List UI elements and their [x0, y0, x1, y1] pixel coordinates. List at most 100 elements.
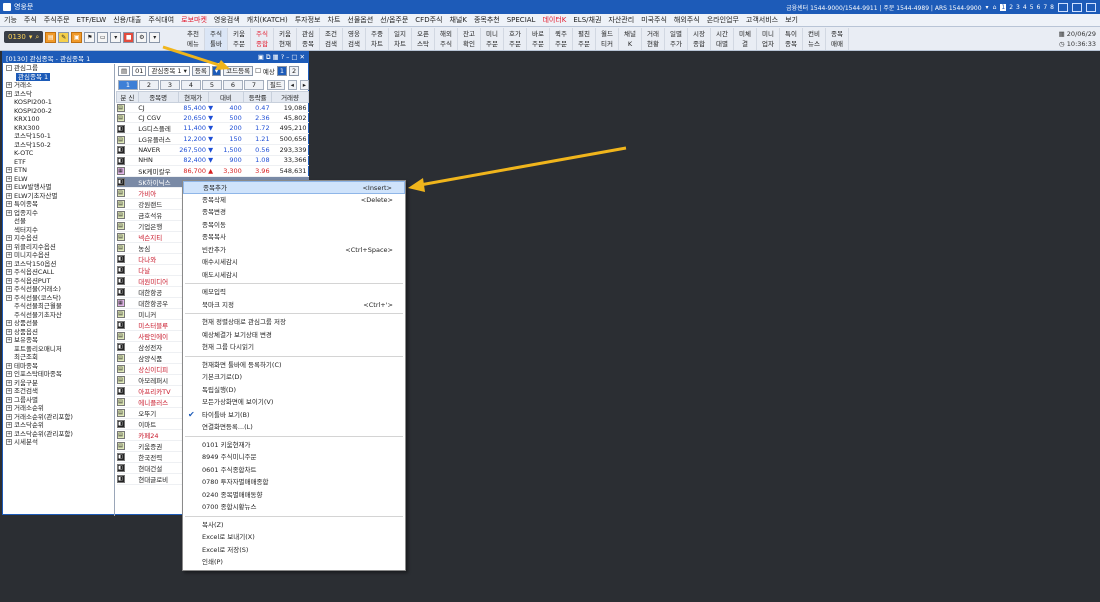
pin-icon[interactable]: ▣	[258, 53, 264, 62]
column-header[interactable]: 대비	[207, 91, 245, 103]
expand-icon[interactable]: +	[6, 184, 12, 191]
tree-item[interactable]: + 코스닥	[4, 90, 114, 99]
menu-item[interactable]: 로보마켓	[181, 15, 207, 25]
table-row[interactable]: ▤ CJ CGV 20,650 ▼ 500 2.36 45,802	[116, 112, 309, 124]
action-button[interactable]: ▾	[211, 66, 222, 76]
lock-icon[interactable]: ▣	[71, 31, 83, 43]
context-menu-item[interactable]: 현재 그룹 다시읽기	[183, 341, 405, 354]
menu-item[interactable]: SPECIAL	[507, 16, 536, 24]
quick-button[interactable]: 조건 검색	[320, 28, 343, 50]
watchlist-tab[interactable]: 2	[139, 79, 159, 90]
virtual-screen-8[interactable]: 8	[1050, 4, 1054, 11]
chevron-down-icon[interactable]: ▾	[149, 31, 161, 43]
context-menu-item[interactable]: 모든가상화면에 보이기(V)	[183, 396, 405, 409]
expand-icon[interactable]: +	[6, 201, 12, 208]
home-icon[interactable]: ⌂	[993, 4, 997, 11]
expand-icon[interactable]: +	[6, 430, 12, 437]
tree-item[interactable]: + 시세분석	[4, 438, 114, 447]
quick-button[interactable]: 거래 현황	[642, 28, 665, 50]
tree-item[interactable]: + ELW	[4, 175, 114, 184]
quick-button[interactable]: 호가 주문	[504, 28, 527, 50]
quick-button[interactable]: 키움 주문	[228, 28, 251, 50]
menu-item[interactable]: 캐치(KATCH)	[247, 15, 288, 25]
expand-icon[interactable]: +	[6, 252, 12, 259]
context-menu-item[interactable]: 예상체결가 보기상태 변경	[183, 329, 405, 342]
register-button[interactable]: 등록	[191, 66, 210, 76]
menu-item[interactable]: CFD주식	[415, 15, 442, 25]
tree-item[interactable]: + 키움구분	[4, 379, 114, 388]
context-menu-item[interactable]: 매수시세감시	[183, 256, 405, 269]
expand-icon[interactable]: +	[6, 422, 12, 429]
menu-item[interactable]: 영웅검색	[214, 15, 240, 25]
tree-item[interactable]: + 인포스탁테마종목	[4, 370, 114, 379]
folder-icon[interactable]: ▤	[45, 31, 57, 43]
dropdown-icon[interactable]: ▾	[110, 31, 122, 43]
expand-icon[interactable]: +	[6, 175, 12, 182]
pencil-icon[interactable]: ✎	[58, 31, 70, 43]
context-menu-item[interactable]: ✔ 타이틀바 보기(B)	[183, 409, 405, 422]
context-menu-item[interactable]: 독립실행(D)	[183, 384, 405, 397]
context-menu-item[interactable]: 0780 투자자별매매종합	[183, 476, 405, 489]
expand-icon[interactable]: +	[6, 328, 12, 335]
quick-button[interactable]: 추천 메뉴	[182, 28, 205, 50]
prev-icon[interactable]: ◂	[287, 79, 297, 90]
tree-item[interactable]: + 업종지수	[4, 209, 114, 218]
quick-button[interactable]: 잔고 확인	[458, 28, 481, 50]
expand-icon[interactable]: +	[6, 82, 12, 89]
context-menu-item[interactable]: Excel로 보내기(X)	[183, 531, 405, 544]
quick-button[interactable]: 시장 종합	[688, 28, 711, 50]
tree-item[interactable]: + 조건검색	[4, 387, 114, 396]
tree-item[interactable]: 주식선물최근월물	[4, 302, 114, 311]
close-button[interactable]	[1086, 2, 1096, 12]
expand-icon[interactable]: +	[6, 90, 12, 97]
dropdown-icon[interactable]: ▾	[986, 4, 989, 11]
context-menu-item[interactable]: 기본크기로(D)	[183, 371, 405, 384]
tree-item[interactable]: KOSPI200-1	[4, 98, 114, 107]
context-menu-item[interactable]: 북마크 지정 <Ctrl+'>	[183, 299, 405, 312]
expand-icon[interactable]: +	[6, 320, 12, 327]
tree-item[interactable]: K-OTC	[4, 149, 114, 158]
expand-icon[interactable]: +	[6, 439, 12, 446]
tree-item[interactable]: + 주식옵션CALL	[4, 268, 114, 277]
menu-item[interactable]: 온라인업무	[707, 15, 739, 25]
expand-icon[interactable]: +	[6, 413, 12, 420]
collapse-icon[interactable]: -	[6, 65, 12, 72]
quick-button[interactable]: 월드 티커	[596, 28, 619, 50]
tree-item[interactable]: 코스닥150-1	[4, 132, 114, 141]
tree-item[interactable]: 섹터지수	[4, 226, 114, 235]
quick-button[interactable]: 영웅 검색	[343, 28, 366, 50]
expand-icon[interactable]: +	[6, 371, 12, 378]
context-menu-item[interactable]: 현재 정렬상태로 관심그룹 저장	[183, 316, 405, 329]
menu-item[interactable]: 종목추천	[474, 15, 500, 25]
maximize-button[interactable]	[1072, 2, 1082, 12]
tree-item[interactable]: KRX300	[4, 124, 114, 133]
restore-icon[interactable]: □	[291, 53, 297, 62]
tree-item[interactable]: + 코스닥순위(관리포함)	[4, 430, 114, 439]
link-icon[interactable]: ⧉	[266, 53, 271, 62]
code-register-button[interactable]: 코드등록	[223, 66, 254, 76]
quick-button[interactable]: 주중 차트	[366, 28, 389, 50]
tree-item[interactable]: + ELW발행사별	[4, 183, 114, 192]
tree-item[interactable]: + 주식옵션PUT	[4, 277, 114, 286]
virtual-screen-6[interactable]: 6	[1037, 4, 1041, 11]
record-icon[interactable]: ■	[123, 31, 135, 43]
virtual-screen-2[interactable]: 2	[1009, 4, 1013, 11]
tree-item[interactable]: 선물	[4, 217, 114, 226]
watchlist-tab[interactable]: 6	[223, 79, 243, 90]
quick-button[interactable]: 관심 종목	[297, 28, 320, 50]
quick-button[interactable]: 일지 차트	[389, 28, 412, 50]
menu-item[interactable]: 고객서비스	[746, 15, 778, 25]
menu-item[interactable]: 주식대여	[148, 15, 174, 25]
quick-button[interactable]: 종목 매매	[826, 28, 849, 50]
tree-item[interactable]: + ETN	[4, 166, 114, 175]
list-view-icon[interactable]: ▤	[118, 66, 131, 76]
column-header[interactable]: 분 신	[116, 91, 139, 103]
tree-item[interactable]: KOSPI200-2	[4, 107, 114, 116]
context-menu-item[interactable]: 종목삭제 <Delete>	[183, 194, 405, 207]
group-select[interactable]: 관심종목 1 ▾	[148, 66, 190, 76]
expand-icon[interactable]: +	[6, 286, 12, 293]
quick-button[interactable]: 미니 업자	[757, 28, 780, 50]
menu-item[interactable]: 차트	[328, 15, 341, 25]
virtual-screen-7[interactable]: 7	[1043, 4, 1047, 11]
quick-button[interactable]: 주식 툴바	[205, 28, 228, 50]
